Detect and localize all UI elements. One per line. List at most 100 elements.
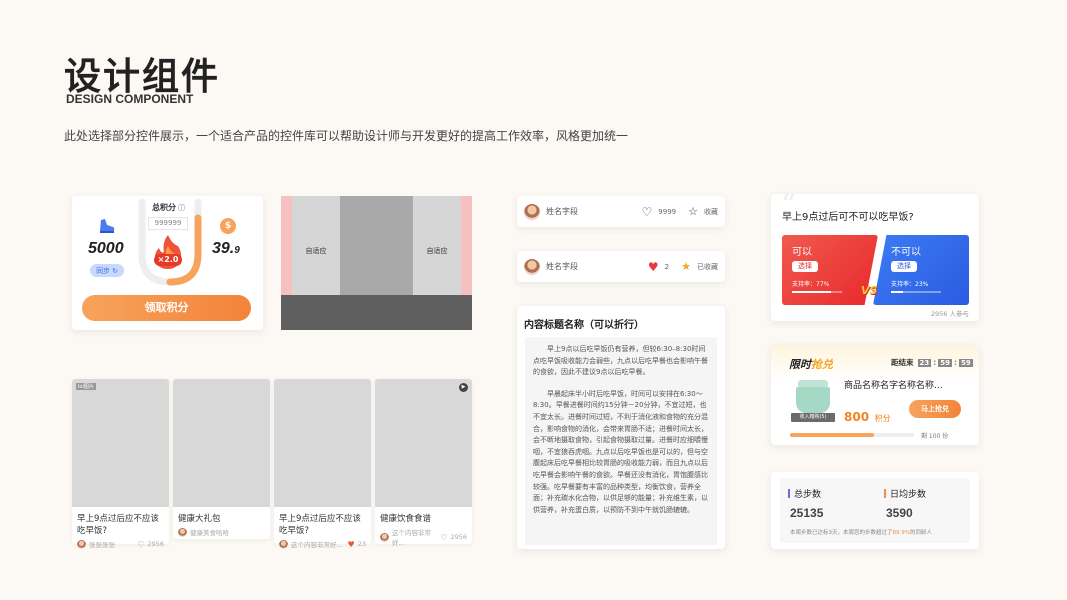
steps-value: 5000: [88, 240, 124, 257]
steps-note: 本周步数已达标3天，本周您的步数超过了89.9%的同龄人: [790, 530, 933, 536]
sync-label: 同步: [96, 266, 111, 275]
stock-progress: [790, 433, 914, 437]
feed-image: [274, 379, 371, 507]
vote-left-bar-fill: [792, 291, 831, 293]
feed-author: 张张张张: [89, 541, 115, 549]
steps-panel: 总步数 25135 日均步数 3590 本周步数已达标3天，本周您的步数超过了8…: [780, 478, 970, 543]
feed-card[interactable]: 健康大礼包 健康美食哈哈: [173, 379, 270, 539]
vote-right-choose-button[interactable]: 选择: [891, 261, 917, 272]
orange-marker: [884, 489, 886, 498]
flash-sale-card: 限时抢兑 距结束 23: 59: 59 收入箱购(5) 商品名称名字名称名称..…: [771, 345, 979, 445]
star-filled-icon[interactable]: ★: [681, 260, 691, 273]
adaptive-pink-right: [461, 196, 472, 295]
vote-card: “ 早上9点过后可不可以吃早饭? 可以 选择 支持率：77% 不可以 选择 支持…: [771, 188, 979, 321]
avatar: [380, 532, 389, 542]
product-tag: 收入箱购(5): [791, 413, 835, 422]
star-outline-icon[interactable]: ☆: [688, 205, 698, 218]
total-points-box: 999999: [148, 217, 188, 230]
avatar: [279, 539, 288, 549]
total-points-label: 总积分 ⓘ: [152, 203, 185, 212]
feed-card[interactable]: lol图片 早上9点过后应不应该吃早饭? 张张张张 ♡ 2956: [72, 379, 169, 549]
avatar: [77, 539, 86, 549]
feed-image: ▶: [375, 379, 472, 507]
adaptive-col-3: 自适应: [413, 196, 461, 295]
vote-right-title: 不可以: [891, 247, 921, 258]
feed-likes: 2956: [147, 540, 164, 548]
adaptive-label-right: 自适应: [426, 247, 448, 255]
stock-progress-fill: [790, 433, 875, 437]
user-name: 姓名字段: [546, 207, 578, 216]
feed-title: 早上9点过后应不应该吃早饭?: [279, 514, 361, 536]
avg-steps-label: 日均步数: [884, 487, 926, 500]
heart-outline-icon[interactable]: ♡: [642, 205, 653, 219]
vote-left-support: 支持率：77%: [792, 281, 830, 288]
play-icon[interactable]: ▶: [459, 383, 468, 392]
total-steps-value: 25135: [790, 506, 824, 520]
vote-right-bar-fill: [891, 291, 903, 293]
redeem-button[interactable]: 马上抢兑: [909, 400, 961, 418]
total-steps-label: 总步数: [788, 487, 821, 500]
avatar: [524, 258, 540, 275]
money-value: 39.9: [212, 240, 240, 257]
vote-right-bar: [891, 291, 941, 293]
favorite-label: 收藏: [704, 207, 718, 216]
countdown-hours: 23: [917, 358, 932, 367]
vote-left-bar: [792, 291, 842, 293]
sync-button[interactable]: 同步 ↻: [90, 264, 124, 277]
claim-points-button[interactable]: 领取积分: [82, 295, 251, 321]
heart-outline-icon[interactable]: ♡: [440, 533, 447, 542]
article-card: 内容标题名称（可以折行） 早上9点以后吃早饭仍有营养，但较6:30–8:30时间…: [517, 306, 725, 549]
feed-title: 早上9点过后应不应该吃早饭?: [77, 514, 159, 536]
countdown-seconds: 59: [959, 358, 973, 367]
product-name: 商品名称名字名称名称...: [844, 381, 943, 391]
feed-title: 健康饮食食谱: [380, 514, 432, 524]
feed-likes: 23: [357, 540, 366, 548]
multiplier-badge: ×2.0: [154, 254, 182, 266]
info-icon: ⓘ: [178, 203, 185, 212]
page-subtitle: DESIGN COMPONENT: [66, 92, 194, 106]
vote-question: 早上9点过后可不可以吃早饭?: [782, 212, 914, 223]
countdown-label: 距结束: [891, 358, 914, 367]
feed-meta: 张张张张 ♡ 2956: [72, 537, 169, 551]
image-badge: lol图片: [76, 383, 96, 390]
blue-marker: [788, 489, 790, 498]
feed-meta: 这个内容非常好... ♥ 23: [274, 537, 371, 551]
flash-logo: 限时抢兑: [789, 358, 833, 371]
feed-title: 健康大礼包: [178, 514, 221, 524]
coin-icon: $: [220, 218, 236, 234]
adaptive-label-left: 自适应: [305, 247, 327, 255]
avg-steps-value: 3590: [886, 506, 913, 520]
heart-filled-icon[interactable]: ♥: [348, 540, 355, 549]
adaptive-demo: 自适应 自适应: [281, 196, 472, 330]
adaptive-col-2: [340, 196, 413, 295]
feed-author: 健康美食哈哈: [190, 529, 229, 537]
feed-meta: 健康美食哈哈: [173, 525, 270, 539]
like-count: 9999: [658, 207, 677, 216]
user-row: 姓名字段 ♡ 9999 ☆ 收藏: [517, 196, 725, 227]
adaptive-pink-left: [281, 196, 292, 295]
article-title: 内容标题名称（可以折行）: [524, 320, 644, 331]
product-price: 800 积分: [844, 410, 891, 424]
article-body: 早上9点以后吃早饭仍有营养，但较6:30–8:30时间点吃早饭吸收能力会弱些，九…: [525, 337, 717, 545]
feed-meta: 这个内容非常好... ♡ 2956: [375, 525, 472, 549]
points-card: 5000 同步 ↻ 总积分 ⓘ 999999 ×2.0 $ 39.9 领取积分: [72, 196, 263, 330]
favorite-label: 已收藏: [697, 262, 718, 271]
feed-image: [173, 379, 270, 507]
feed-image: lol图片: [72, 379, 169, 507]
avatar: [178, 527, 187, 537]
feed-card[interactable]: ▶ 健康饮食食谱 这个内容非常好... ♡ 2956: [375, 379, 472, 547]
feed-likes: 2956: [450, 533, 467, 541]
page-description: 此处选择部分控件展示，一个适合产品的控件库可以帮助设计师与开发更好的提高工作效率…: [64, 129, 629, 143]
steps-card: 总步数 25135 日均步数 3590 本周步数已达标3天，本周您的步数超过了8…: [771, 472, 979, 549]
heart-filled-icon[interactable]: ♥: [648, 260, 659, 274]
feed-card[interactable]: 早上9点过后应不应该吃早饭? 这个内容非常好... ♥ 23: [274, 379, 371, 549]
feed-author: 这个内容非常好...: [392, 529, 431, 547]
article-paragraph: 早上9点以后吃早饭仍有营养，但较6:30–8:30时间点吃早饭吸收能力会弱些，九…: [533, 345, 708, 377]
heart-outline-icon[interactable]: ♡: [137, 540, 144, 549]
feed-author: 这个内容非常好...: [291, 541, 343, 549]
vote-option-right[interactable]: 不可以 选择 支持率：23%: [873, 235, 969, 305]
adaptive-col-1: 自适应: [292, 196, 340, 295]
shoe-icon: [98, 218, 116, 238]
countdown-minutes: 59: [938, 358, 952, 367]
vote-left-choose-button[interactable]: 选择: [792, 261, 818, 272]
